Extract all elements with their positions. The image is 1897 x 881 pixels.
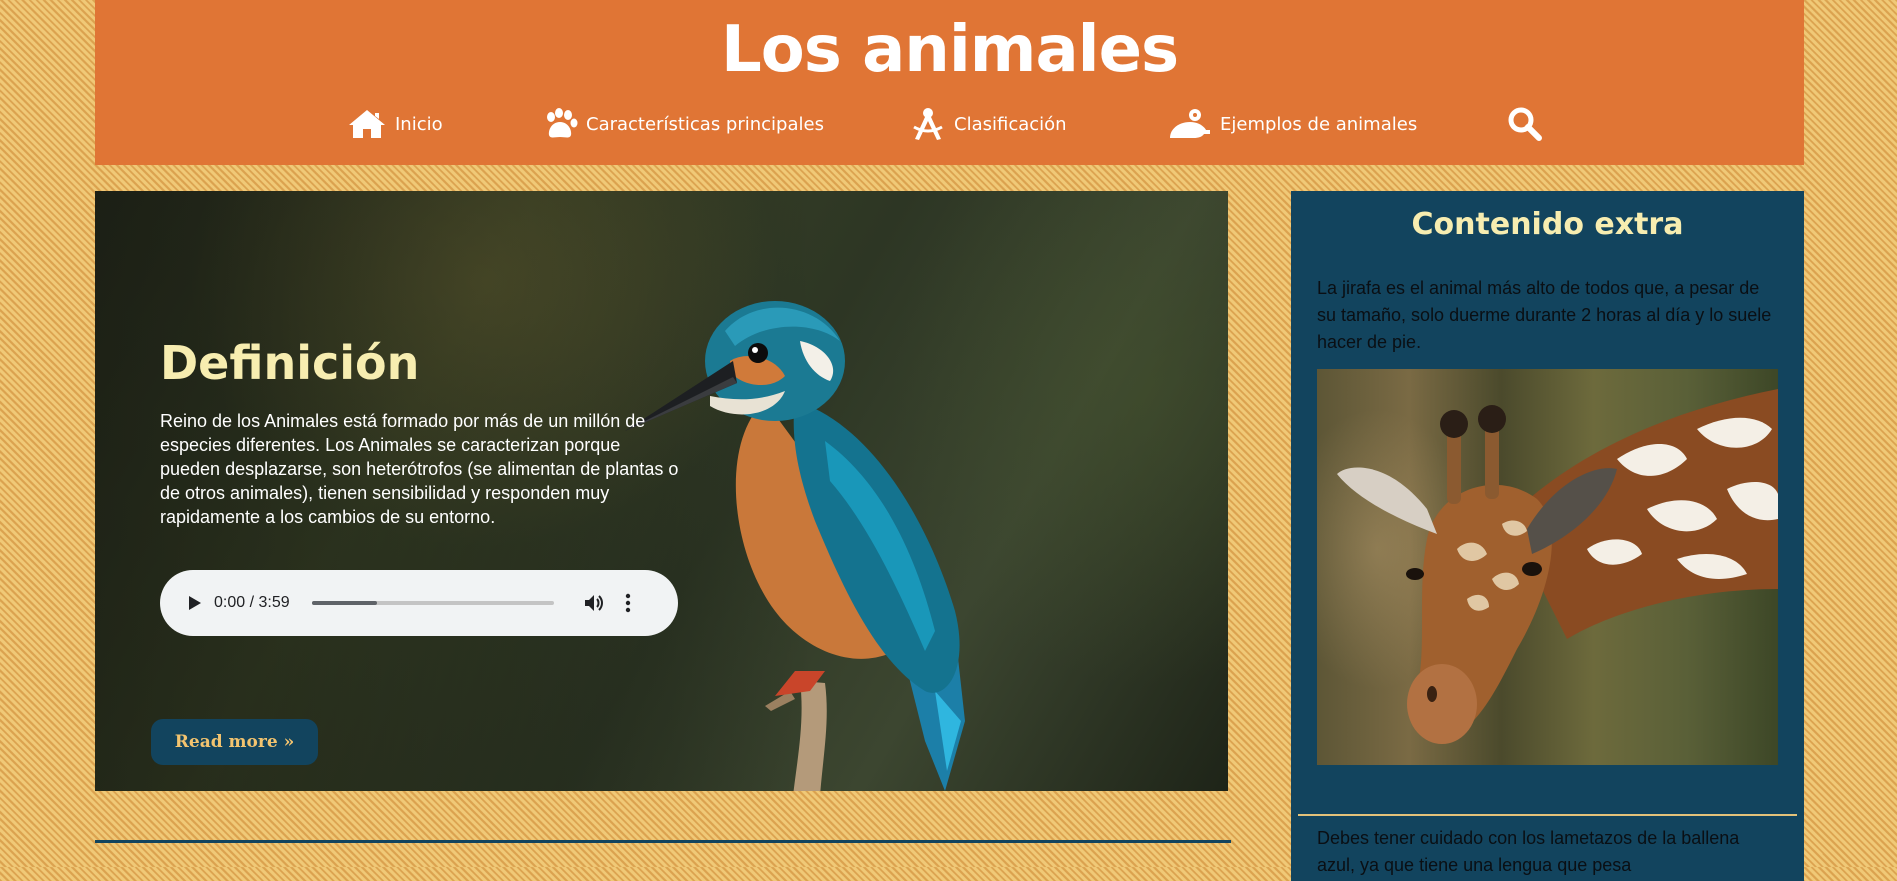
read-more-button[interactable]: Read more » — [151, 719, 318, 765]
sidebar-title: Contenido extra — [1411, 207, 1684, 242]
hero-description: Reino de los Animales está formado por m… — [160, 411, 679, 527]
extra-content-panel: Contenido extra La jirafa es el animal m… — [1291, 191, 1804, 881]
site-header: Los animales Inicio Características prin… — [95, 0, 1804, 165]
more-options-icon[interactable] — [624, 592, 632, 614]
house-icon — [349, 110, 385, 138]
audio-progress-fill — [311, 601, 377, 605]
volume-icon[interactable] — [582, 591, 606, 615]
nav-label: Inicio — [395, 113, 443, 135]
sidebar-divider — [1298, 814, 1797, 816]
section-divider — [95, 840, 1231, 843]
hero-banner: Definición Reino de los Animales está fo… — [95, 191, 1228, 791]
nav-item-ejemplos[interactable]: Ejemplos de animales — [1168, 104, 1417, 144]
nav-label: Ejemplos de animales — [1220, 113, 1418, 135]
site-title: Los animales — [720, 13, 1179, 87]
audio-time: 0:00 / 3:59 — [214, 594, 290, 611]
kingfisher-image — [625, 301, 965, 791]
main-nav: Inicio Características principales Clasi… — [95, 104, 1804, 144]
audio-progress-bar[interactable] — [311, 601, 554, 605]
nav-label: Clasificación — [954, 113, 1067, 135]
nav-label: Características principales — [586, 113, 824, 135]
nav-item-caracteristicas[interactable]: Características principales — [542, 104, 824, 144]
giraffe-image — [1317, 369, 1778, 765]
audio-player[interactable]: 0:00 / 3:59 — [160, 570, 678, 636]
magnifier-icon — [1508, 107, 1542, 141]
frog-icon — [1170, 109, 1210, 138]
paw-icon — [547, 108, 578, 138]
nav-item-clasificacion[interactable]: Clasificación — [910, 104, 1067, 144]
play-icon[interactable] — [184, 593, 204, 613]
sidebar-fact-giraffe: La jirafa es el animal más alto de todos… — [1317, 278, 1772, 352]
compass-icon — [913, 108, 943, 140]
nav-item-inicio[interactable]: Inicio — [347, 104, 443, 144]
sidebar-fact-whale: Debes tener cuidado con los lametazos de… — [1317, 828, 1740, 875]
hero-title: Definición — [160, 336, 420, 390]
search-button[interactable] — [1507, 106, 1543, 147]
